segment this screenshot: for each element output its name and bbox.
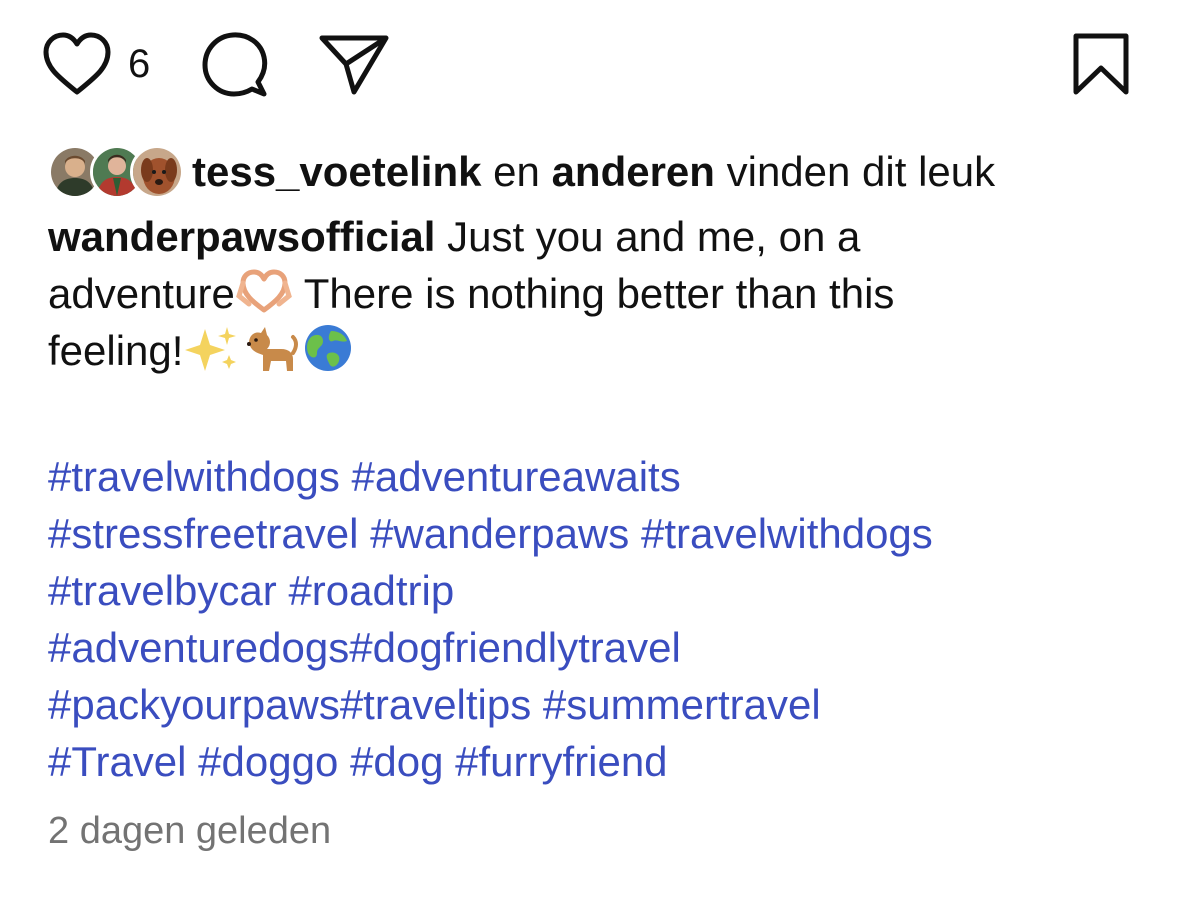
caption-line: wanderpawsofficial Just you and me, on a <box>48 208 1148 265</box>
hashtag-link[interactable]: #packyourpaws <box>48 681 340 728</box>
likes-summary[interactable]: tess_voetelink en anderen vinden dit leu… <box>48 143 1148 201</box>
caption-text: adventure <box>48 270 235 317</box>
likes-text: tess_voetelink en anderen vinden dit leu… <box>192 143 995 201</box>
caption-line: adventure There is nothing better than t… <box>48 265 1148 322</box>
like-count[interactable]: 6 <box>128 40 150 88</box>
hashtag-link[interactable]: #travelwithdogs <box>641 510 933 557</box>
post-action-bar: 6 <box>0 0 1179 120</box>
hashtag-link[interactable]: #adventuredogs <box>48 624 349 671</box>
caption-text: feeling! <box>48 327 184 374</box>
hashtag-link[interactable]: #doggo <box>198 738 338 785</box>
bookmark-icon[interactable] <box>1070 30 1132 98</box>
liker-avatars[interactable] <box>48 143 184 201</box>
comment-bubble-icon[interactable] <box>198 30 270 100</box>
hashtag-link[interactable]: #wanderpaws <box>370 510 629 557</box>
hashtag-line: #stressfreetravel #wanderpaws #travelwit… <box>48 505 1158 562</box>
paper-plane-icon[interactable] <box>316 30 392 98</box>
caption-username[interactable]: wanderpawsofficial <box>48 213 435 260</box>
likes-suffix: vinden dit leuk <box>714 148 996 195</box>
heart-outline-icon[interactable] <box>40 30 114 98</box>
caption-line: feeling! <box>48 322 1148 379</box>
avatar[interactable] <box>130 145 184 199</box>
hashtag-line: #Travel #doggo #dog #furryfriend <box>48 733 1158 790</box>
caption-text: Just you and me, on a <box>435 213 861 260</box>
liker-username[interactable]: tess_voetelink <box>192 148 482 195</box>
hashtag-link[interactable]: #stressfreetravel <box>48 510 358 557</box>
hashtag-link[interactable]: #traveltips <box>340 681 531 728</box>
globe-emoji <box>299 323 357 373</box>
post-caption: wanderpawsofficial Just you and me, on a… <box>48 208 1148 379</box>
heart-hands-emoji <box>235 266 293 316</box>
hashtag-link[interactable]: #adventureawaits <box>352 453 681 500</box>
likes-connector: en <box>481 148 552 195</box>
hashtag-link[interactable]: #Travel <box>48 738 187 785</box>
likes-others-link[interactable]: anderen <box>552 148 715 195</box>
sparkles-emoji <box>183 323 241 373</box>
hashtag-link[interactable]: #travelbycar <box>48 567 277 614</box>
hashtag-link[interactable]: #dogfriendlytravel <box>349 624 681 671</box>
hashtag-link[interactable]: #roadtrip <box>288 567 454 614</box>
post-timestamp: 2 dagen geleden <box>48 810 332 852</box>
hashtag-line: #travelwithdogs #adventureawaits <box>48 448 1158 505</box>
hashtag-link[interactable]: #furryfriend <box>455 738 667 785</box>
hashtag-line: #travelbycar #roadtrip <box>48 562 1158 619</box>
hashtag-link[interactable]: #summertravel <box>543 681 821 728</box>
hashtag-link[interactable]: #dog <box>350 738 443 785</box>
hashtag-link[interactable]: #travelwithdogs <box>48 453 340 500</box>
caption-text: There is nothing better than this <box>292 270 895 317</box>
dog-emoji <box>241 323 299 373</box>
hashtag-line: #packyourpaws#traveltips #summertravel <box>48 676 1158 733</box>
hashtag-line: #adventuredogs#dogfriendlytravel <box>48 619 1158 676</box>
hashtag-block: #travelwithdogs #adventureawaits #stress… <box>48 448 1158 790</box>
